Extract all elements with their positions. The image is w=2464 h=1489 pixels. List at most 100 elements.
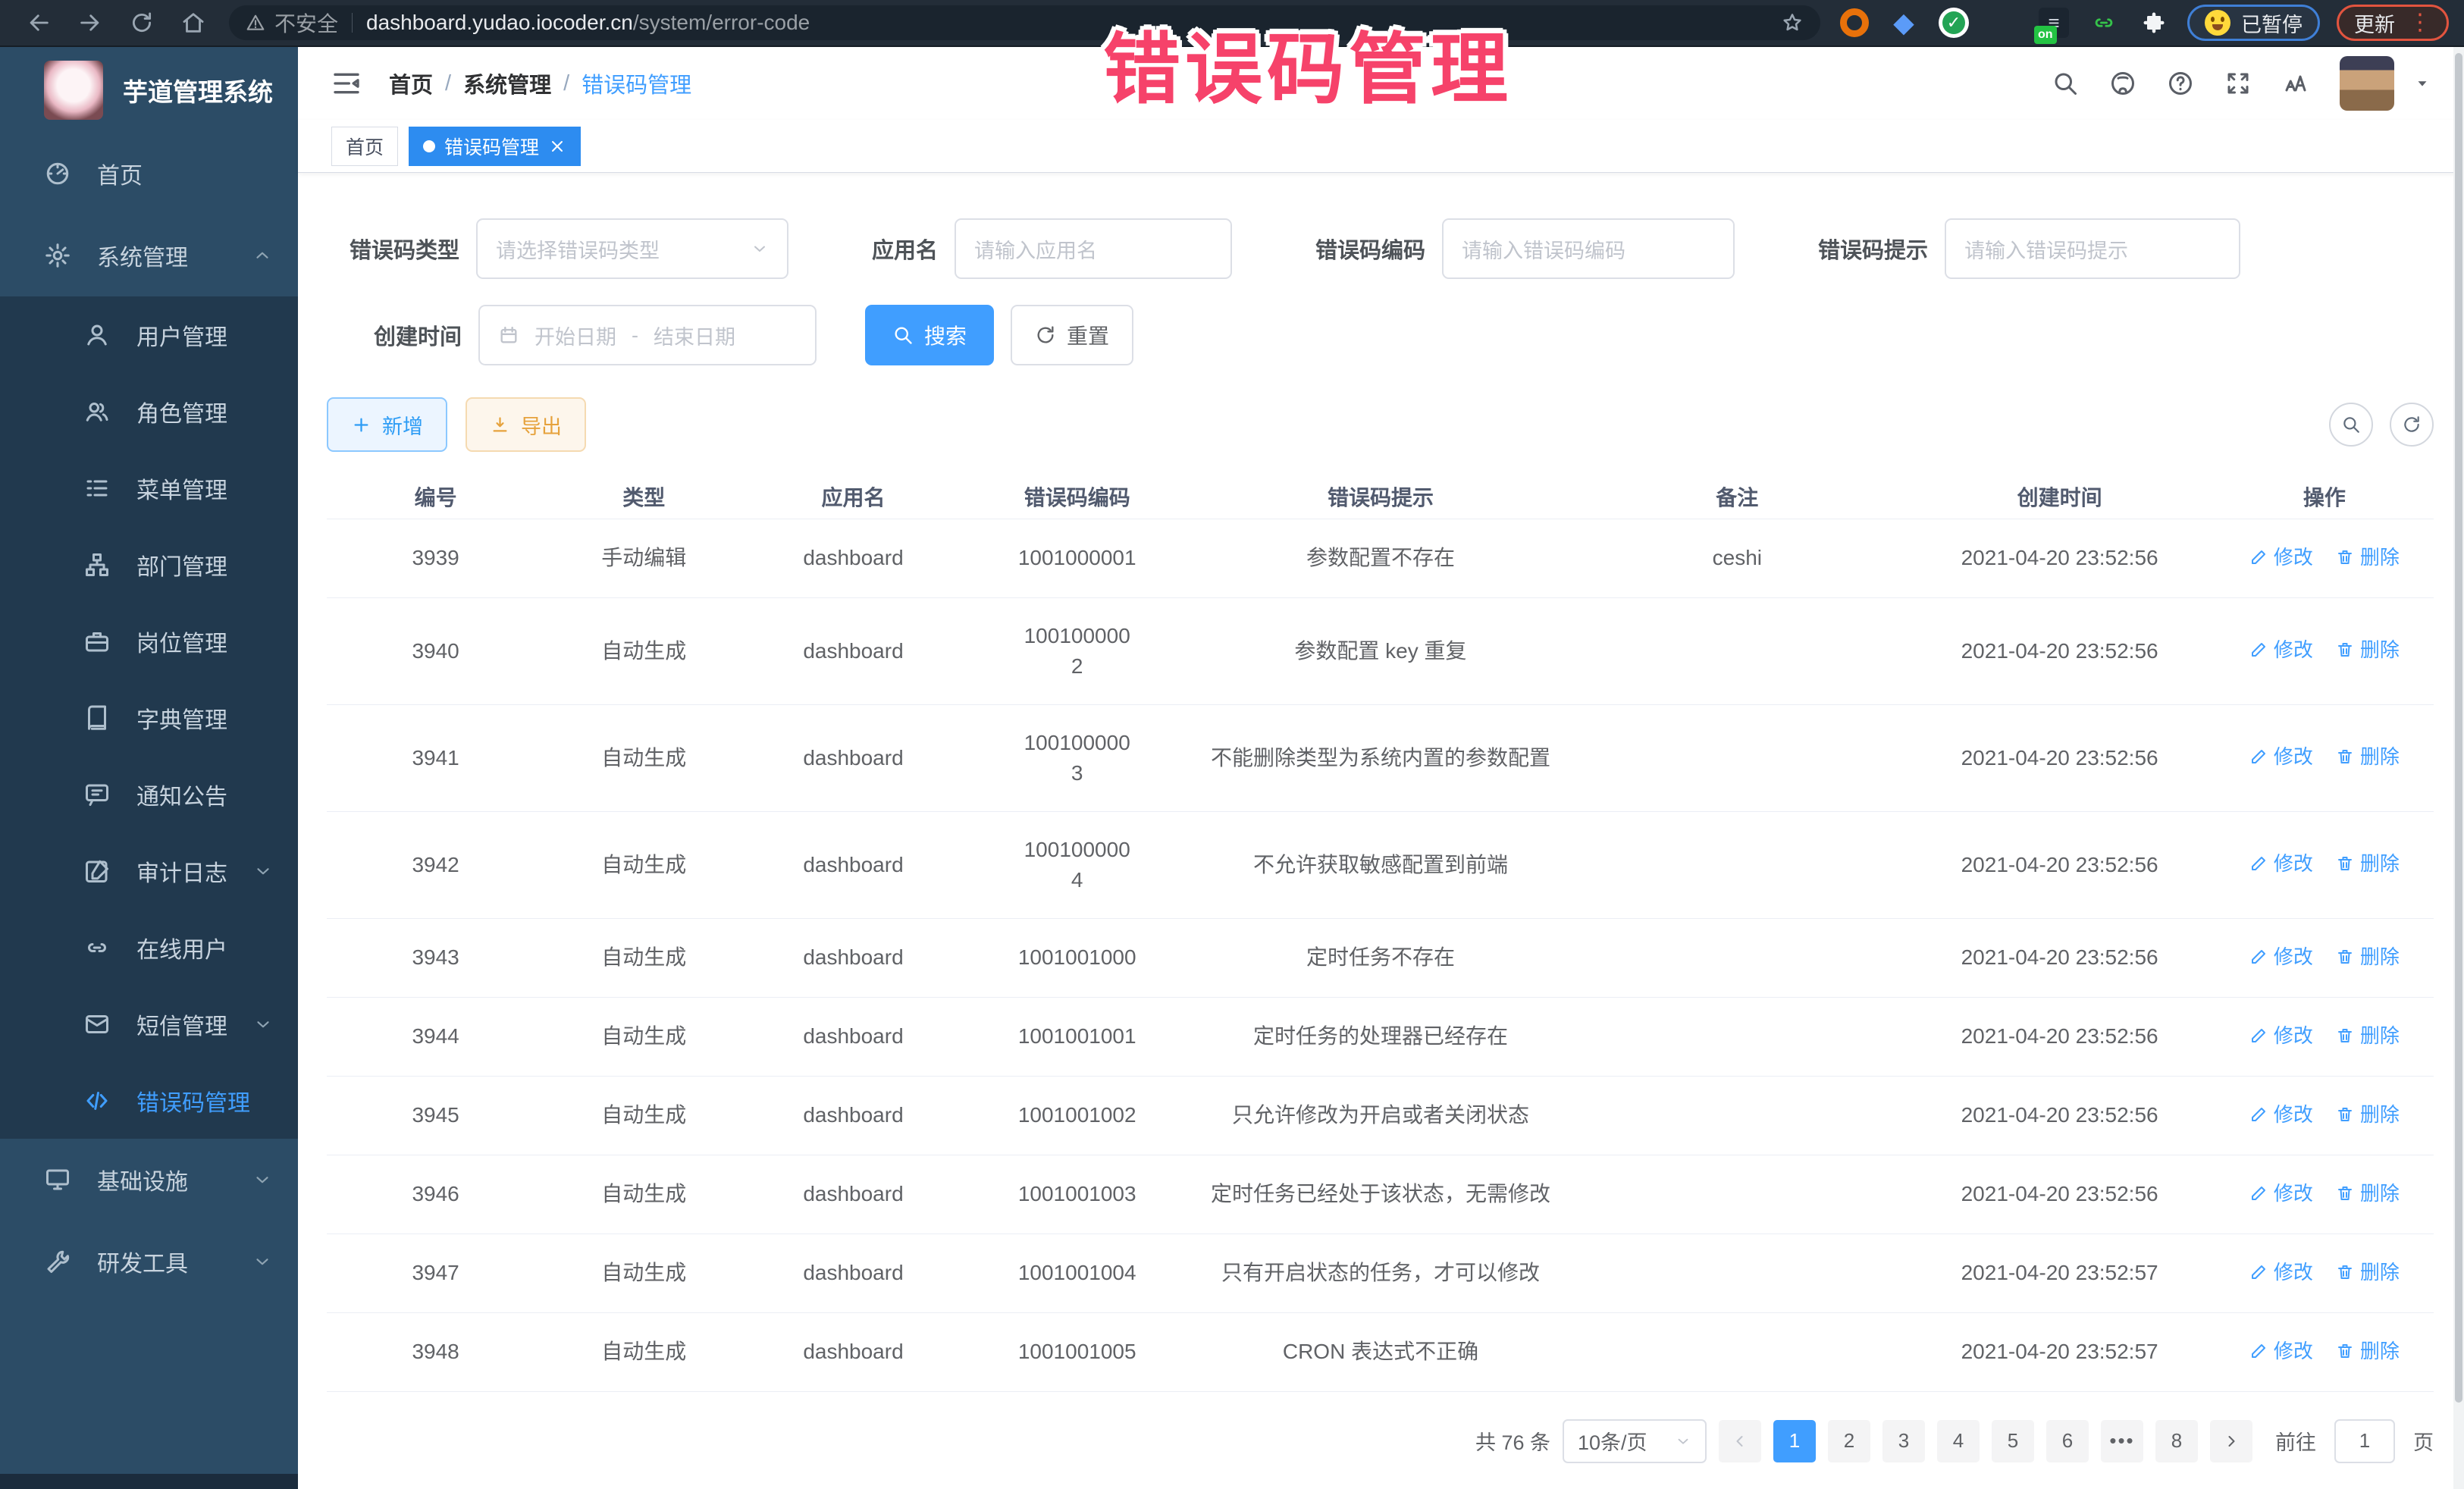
next-page-button[interactable] — [2210, 1420, 2252, 1462]
sidebar-item-home[interactable]: 首页 — [0, 133, 298, 215]
page-button-8[interactable]: 8 — [2155, 1420, 2198, 1462]
sidebar-item-错误码管理[interactable]: 错误码管理 — [0, 1062, 298, 1139]
page-button-6[interactable]: 6 — [2046, 1420, 2089, 1462]
sidebar-item-字典管理[interactable]: 字典管理 — [0, 679, 298, 756]
tag-home[interactable]: 首页 — [331, 127, 398, 166]
delete-link[interactable]: 删除 — [2336, 1257, 2400, 1287]
key-extension-icon[interactable] — [2089, 8, 2119, 38]
table-row[interactable]: 3939 手动编辑 dashboard 1001000001 参数配置不存在 c… — [327, 519, 2434, 597]
error-type-select[interactable]: 请选择错误码类型 — [476, 218, 788, 279]
error-code-input[interactable]: 请输入错误码编码 — [1442, 218, 1735, 279]
edit-link[interactable]: 修改 — [2249, 1257, 2313, 1287]
browser-scrollbar[interactable] — [2453, 47, 2464, 1489]
orange-extension-icon[interactable] — [1840, 8, 1869, 37]
gem-extension-icon[interactable]: ◆ — [1889, 8, 1919, 38]
edit-link[interactable]: 修改 — [2249, 1336, 2313, 1366]
on-badge-extension-icon[interactable]: ≡on — [2039, 8, 2069, 38]
app-name-input[interactable]: 请输入应用名 — [955, 218, 1232, 279]
sidebar-item-用户管理[interactable]: 用户管理 — [0, 296, 298, 373]
delete-link[interactable]: 删除 — [2336, 942, 2400, 972]
edit-link[interactable]: 修改 — [2249, 1178, 2313, 1208]
page-button-3[interactable]: 3 — [1882, 1420, 1925, 1462]
sidebar-item-通知公告[interactable]: 通知公告 — [0, 756, 298, 832]
page-button-5[interactable]: 5 — [1992, 1420, 2034, 1462]
table-row[interactable]: 3948 自动生成 dashboard 1001001005 CRON 表达式不… — [327, 1312, 2434, 1391]
error-hint-input[interactable]: 请输入错误码提示 — [1945, 218, 2240, 279]
toggle-search-button[interactable] — [2329, 403, 2373, 447]
search-button[interactable]: 搜索 — [865, 305, 994, 365]
forward-icon[interactable] — [77, 10, 103, 36]
sidebar-item-审计日志[interactable]: 审计日志 — [0, 832, 298, 909]
edit-link[interactable]: 修改 — [2249, 542, 2313, 572]
table-row[interactable]: 3944 自动生成 dashboard 1001001001 定时任务的处理器已… — [327, 997, 2434, 1076]
page-button-1[interactable]: 1 — [1773, 1420, 1816, 1462]
edit-link[interactable]: 修改 — [2249, 942, 2313, 972]
close-icon[interactable] — [548, 137, 566, 155]
sidebar-logo[interactable]: 芋道管理系统 — [0, 47, 298, 133]
goto-page-input[interactable]: 1 — [2334, 1419, 2395, 1463]
reset-button[interactable]: 重置 — [1011, 305, 1133, 365]
page-button-2[interactable]: 2 — [1828, 1420, 1870, 1462]
caret-down-icon[interactable] — [2414, 75, 2431, 92]
scrollbar-thumb[interactable] — [2455, 53, 2462, 1403]
table-row[interactable]: 3947 自动生成 dashboard 1001001004 只有开启状态的任务… — [327, 1234, 2434, 1312]
sidebar-item-研发工具[interactable]: 研发工具 — [0, 1221, 298, 1302]
delete-link[interactable]: 删除 — [2336, 635, 2400, 665]
back-icon[interactable] — [26, 10, 52, 36]
green-check-extension-icon[interactable]: ✓ — [1939, 8, 1969, 38]
refresh-table-button[interactable] — [2390, 403, 2434, 447]
edit-link[interactable]: 修改 — [2249, 1099, 2313, 1130]
breadcrumb-home[interactable]: 首页 — [389, 67, 433, 99]
delete-link[interactable]: 删除 — [2336, 848, 2400, 879]
table-row[interactable]: 3943 自动生成 dashboard 1001001000 定时任务不存在 2… — [327, 918, 2434, 997]
edit-link[interactable]: 修改 — [2249, 1020, 2313, 1051]
question-icon[interactable] — [2167, 70, 2194, 97]
reload-icon[interactable] — [129, 10, 155, 36]
table-row[interactable]: 3945 自动生成 dashboard 1001001002 只允许修改为开启或… — [327, 1076, 2434, 1155]
hamburger-icon[interactable] — [331, 68, 362, 99]
edit-link[interactable]: 修改 — [2249, 741, 2313, 772]
table-row[interactable]: 3946 自动生成 dashboard 1001001003 定时任务已经处于该… — [327, 1155, 2434, 1234]
sidebar-item-部门管理[interactable]: 部门管理 — [0, 526, 298, 603]
github-icon[interactable] — [2109, 70, 2136, 97]
sidebar-item-菜单管理[interactable]: 菜单管理 — [0, 450, 298, 526]
page-button-4[interactable]: 4 — [1937, 1420, 1980, 1462]
code-icon — [83, 1087, 111, 1114]
breadcrumb-system[interactable]: 系统管理 — [463, 67, 551, 99]
search-icon[interactable] — [2052, 70, 2079, 97]
edit-link[interactable]: 修改 — [2249, 848, 2313, 879]
avatar[interactable] — [2340, 56, 2394, 111]
bookmark-star-icon[interactable] — [1781, 11, 1804, 34]
page-size-select[interactable]: 10条/页 — [1563, 1419, 1707, 1463]
sidebar-item-在线用户[interactable]: 在线用户 — [0, 909, 298, 986]
table-row[interactable]: 3942 自动生成 dashboard 100100000 4 不允许获取敏感配… — [327, 811, 2434, 918]
export-button[interactable]: 导出 — [466, 397, 586, 452]
paused-extension-pill[interactable]: 已暂停 — [2187, 5, 2320, 41]
home-icon[interactable] — [180, 10, 206, 36]
delete-link[interactable]: 删除 — [2336, 741, 2400, 772]
table-row[interactable]: 3941 自动生成 dashboard 100100000 3 不能删除类型为系… — [327, 704, 2434, 811]
table-row[interactable]: 3940 自动生成 dashboard 100100000 2 参数配置 key… — [327, 597, 2434, 704]
sidebar-item-角色管理[interactable]: 角色管理 — [0, 373, 298, 450]
fullscreen-icon[interactable] — [2224, 70, 2252, 97]
tag-error-code[interactable]: 错误码管理 — [409, 127, 581, 166]
kebab-menu-icon[interactable]: ⋮ — [2409, 16, 2431, 30]
sidebar-item-基础设施[interactable]: 基础设施 — [0, 1139, 298, 1221]
add-button[interactable]: 新增 — [327, 397, 447, 452]
puzzle-extension-icon[interactable] — [2139, 8, 2169, 38]
delete-link[interactable]: 删除 — [2336, 1020, 2400, 1051]
sidebar-item-短信管理[interactable]: 短信管理 — [0, 986, 298, 1062]
delete-link[interactable]: 删除 — [2336, 1336, 2400, 1366]
browser-update-button[interactable]: 更新 ⋮ — [2337, 5, 2449, 41]
edit-link[interactable]: 修改 — [2249, 635, 2313, 665]
grid-extension-icon[interactable] — [1989, 8, 2019, 38]
delete-link[interactable]: 删除 — [2336, 542, 2400, 572]
prev-page-button[interactable] — [1719, 1420, 1761, 1462]
delete-link[interactable]: 删除 — [2336, 1178, 2400, 1208]
date-range-picker[interactable]: 开始日期 - 结束日期 — [478, 305, 817, 365]
url-bar[interactable]: 不安全 dashboard.yudao.iocoder.cn /system/e… — [229, 5, 1820, 40]
delete-link[interactable]: 删除 — [2336, 1099, 2400, 1130]
sidebar-item-岗位管理[interactable]: 岗位管理 — [0, 603, 298, 679]
sidebar-item-system[interactable]: 系统管理 — [0, 215, 298, 296]
font-size-icon[interactable] — [2282, 70, 2309, 97]
